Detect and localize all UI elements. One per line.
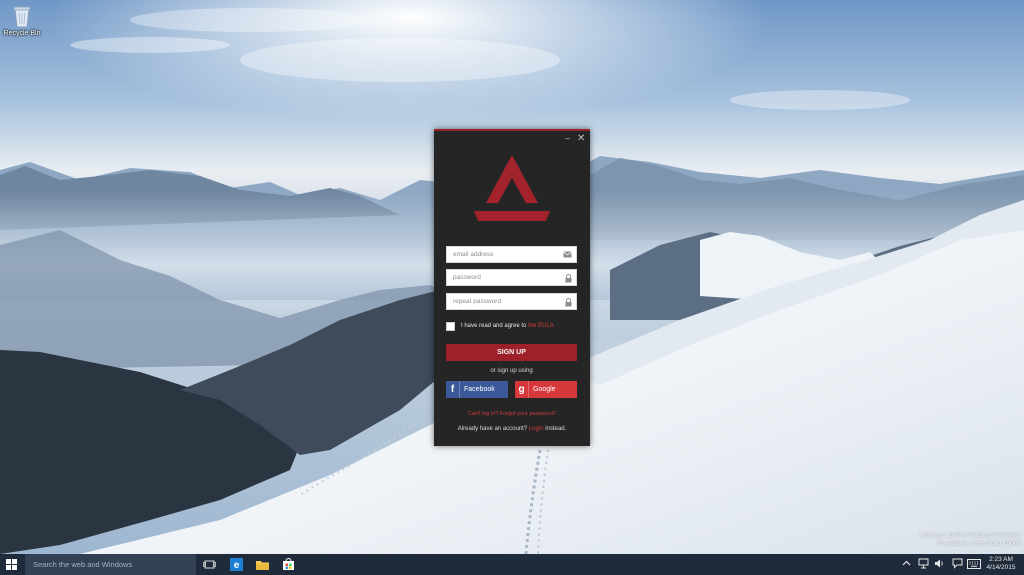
chevron-up-icon[interactable]: [902, 559, 911, 568]
password-input[interactable]: [447, 270, 559, 285]
repeat-password-field[interactable]: [446, 293, 577, 310]
envelope-icon: [563, 251, 572, 258]
lock-icon: [565, 298, 572, 307]
already-account-text: Already have an account?: [457, 426, 528, 432]
google-label: Google: [533, 386, 556, 393]
watermark-build: Evaluation copy. Build 10049: [937, 540, 1021, 547]
minimize-button[interactable]: –: [565, 134, 570, 143]
file-explorer-icon[interactable]: [256, 558, 269, 571]
login-prompt: Already have an account? Login instead.: [434, 426, 590, 432]
facebook-icon: f: [446, 381, 460, 398]
start-button[interactable]: [0, 554, 24, 575]
taskbar-search-box[interactable]: Search the web and Windows: [25, 554, 196, 575]
google-button[interactable]: g Google: [515, 381, 577, 398]
close-button[interactable]: ✕: [577, 134, 585, 144]
app-logo: [474, 155, 550, 221]
build-watermark: Windows 10 Pro Technical Preview Evaluat…: [920, 532, 1021, 548]
eula-checkbox[interactable]: [446, 322, 455, 331]
notification-icon[interactable]: [952, 558, 963, 569]
clock-date: 4/14/2015: [986, 564, 1016, 571]
recycle-bin-shortcut[interactable]: Recycle Bin: [2, 4, 42, 37]
taskbar-clock[interactable]: 2:23 AM 4/14/2015: [984, 556, 1018, 572]
login-link[interactable]: Login: [529, 426, 544, 432]
signup-window: – ✕ I have read and agree to the EULA SI…: [434, 129, 590, 446]
network-icon[interactable]: [918, 558, 929, 569]
recycle-bin-icon: [13, 6, 31, 28]
facebook-button[interactable]: f Facebook: [446, 381, 508, 398]
forgot-password-link[interactable]: Can't log in? Forgot your password?: [434, 411, 590, 417]
task-view-icon[interactable]: [203, 558, 216, 571]
clock-time: 2:23 AM: [989, 556, 1013, 563]
sign-up-button[interactable]: SIGN UP: [446, 344, 577, 361]
email-input[interactable]: [447, 247, 559, 262]
or-sign-up-label: or sign up using: [490, 368, 533, 374]
taskbar: Search the web and Windows e 2:23 AM 4/1…: [0, 554, 1024, 575]
instead-text: instead.: [545, 426, 567, 432]
volume-icon[interactable]: [934, 558, 945, 569]
watermark-edition: Windows 10 Pro Technical Preview: [919, 532, 1021, 539]
recycle-bin-label: Recycle Bin: [3, 30, 41, 37]
lock-icon: [565, 274, 572, 283]
edge-icon[interactable]: e: [230, 558, 243, 571]
windows-icon: [6, 559, 17, 570]
svg-text:e: e: [234, 560, 240, 571]
store-icon[interactable]: [282, 558, 295, 571]
google-icon: g: [515, 381, 529, 398]
repeat-password-input[interactable]: [447, 294, 559, 309]
keyboard-icon[interactable]: [967, 559, 981, 569]
email-field[interactable]: [446, 246, 577, 263]
eula-text: I have read and agree to the EULA: [461, 323, 554, 329]
agree-label: I have read and agree to: [461, 323, 527, 329]
facebook-label: Facebook: [464, 386, 495, 393]
password-field[interactable]: [446, 269, 577, 286]
eula-link[interactable]: the EULA: [528, 323, 554, 329]
